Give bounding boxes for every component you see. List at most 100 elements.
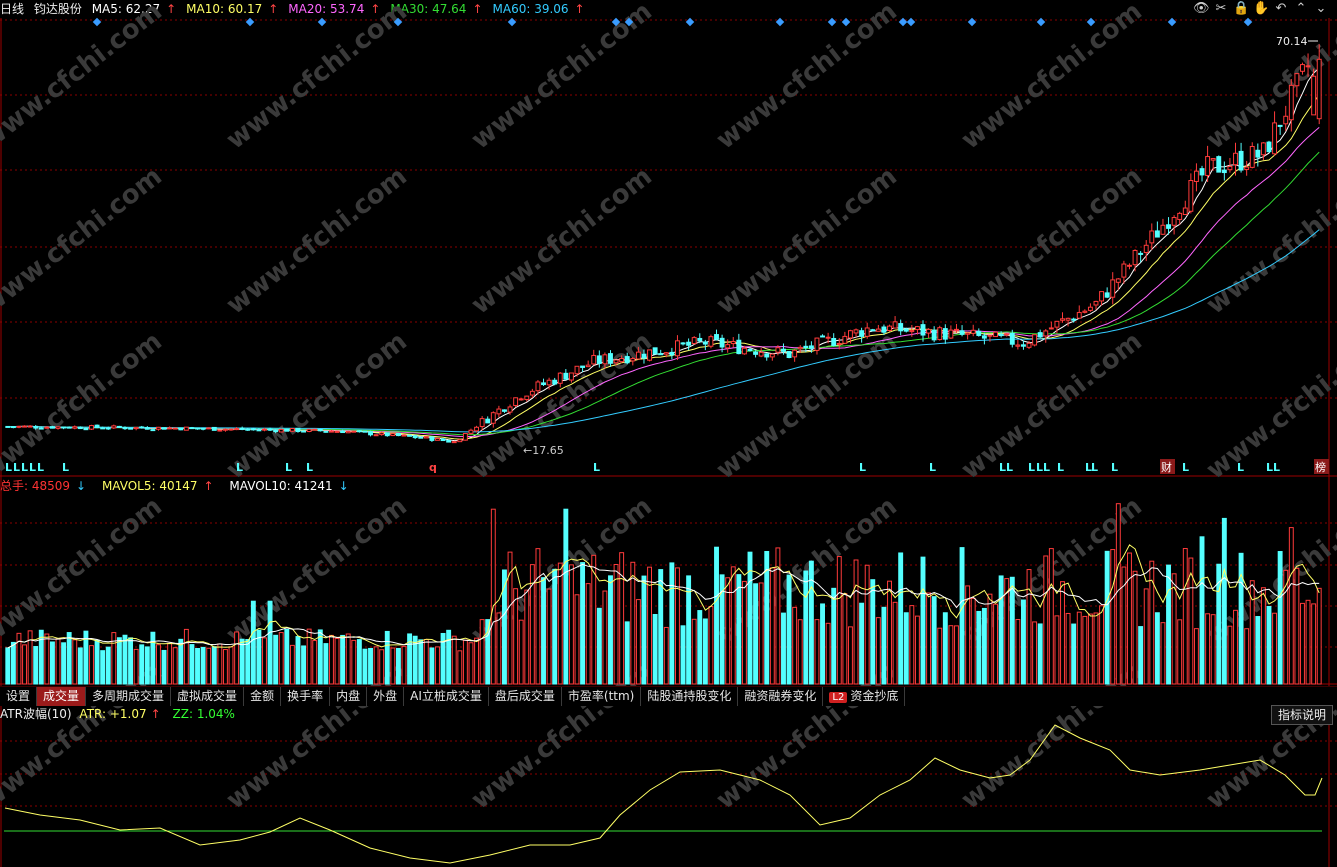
candle-body: [295, 427, 301, 432]
candle-body: [55, 426, 61, 429]
indicator-explain-button[interactable]: 指标说明: [1270, 705, 1333, 725]
volume-bar: [803, 570, 809, 685]
candle-body: [1154, 230, 1160, 238]
tab-7[interactable]: 外盘: [367, 687, 405, 706]
volume-bar: [546, 588, 552, 685]
candle-body: [513, 397, 519, 406]
tab-13[interactable]: L2 资金抄底: [823, 687, 906, 706]
volume-bar: [669, 562, 675, 685]
atr-legend: ATR波幅(10) ATR: +1.07 ↑ ZZ: 1.04%: [0, 706, 239, 722]
volume-bar: [1132, 570, 1138, 685]
watermark-text: www.cfchi.com: [956, 161, 1148, 320]
volume-bar: [596, 607, 602, 685]
volume-bar: [881, 606, 887, 685]
tab-3[interactable]: 虚拟成交量: [171, 687, 245, 706]
candle-body: [803, 345, 809, 349]
candle-body: [368, 431, 373, 436]
tab-2[interactable]: 多周期成交量: [86, 687, 172, 706]
candle-body: [719, 337, 725, 348]
volume-bar: [295, 636, 301, 685]
candle-body: [94, 424, 100, 429]
kline-chart[interactable]: www.cfchi.com www.cfchi.com www.cfchi.com w…: [0, 0, 1337, 867]
volume-bar: [178, 638, 184, 685]
candle-body: [831, 337, 837, 347]
volume-bar: [1048, 548, 1054, 685]
tab-5[interactable]: 换手率: [281, 687, 331, 706]
candle-body: [105, 427, 111, 430]
tab-6[interactable]: 内盘: [330, 687, 368, 706]
candle-body: [931, 329, 937, 341]
tab-11[interactable]: 陆股通持股变化: [641, 687, 739, 706]
volume-bar: [89, 645, 94, 685]
volume-bar: [674, 567, 680, 685]
candle-body: [736, 339, 742, 355]
tab-8[interactable]: AI立桩成交量: [404, 687, 489, 706]
volume-bar: [144, 646, 150, 685]
tab-1[interactable]: 成交量: [37, 687, 87, 706]
volume-bar: [234, 631, 240, 685]
volume-bar: [462, 639, 468, 685]
watermark-text: www.cfchi.com: [956, 326, 1148, 485]
volume-bar: [418, 639, 424, 685]
volume-bar: [1233, 609, 1238, 685]
volume-bar: [781, 612, 786, 685]
volume-bar: [942, 612, 948, 685]
candle-body: [289, 428, 295, 432]
candle-body: [602, 354, 608, 365]
candle-body: [937, 327, 943, 341]
volume-bar: [133, 648, 139, 685]
candle-body: [557, 372, 563, 384]
candle-body: [1043, 330, 1049, 337]
tab-10[interactable]: 市盈率(ttm): [562, 687, 642, 706]
volume-bar: [864, 564, 870, 685]
candle-body: [1076, 312, 1082, 319]
volume-bar: [641, 575, 647, 685]
volume-bar: [49, 641, 55, 685]
candle-body: [83, 428, 89, 431]
candle-body: [278, 428, 284, 433]
tab-9[interactable]: 盘后成交量: [489, 687, 562, 706]
candle-body: [345, 430, 351, 434]
candle-body: [507, 406, 513, 413]
volume-bar: [602, 590, 608, 685]
candle-body: [161, 427, 167, 430]
candle-body: [691, 337, 697, 345]
volume-bar: [736, 574, 742, 685]
candle-body: [1188, 180, 1194, 212]
volume-bar: [373, 646, 379, 685]
tab-0[interactable]: 设置: [0, 687, 38, 706]
volume-bar: [1272, 612, 1278, 685]
candle-body: [976, 330, 982, 336]
volume-bar: [111, 632, 117, 685]
high-price-label: 70.14: [1276, 35, 1308, 48]
volume-bar: [200, 646, 206, 685]
signal-L: L: [999, 461, 1006, 474]
volume-bar: [697, 610, 703, 685]
volume-bar: [122, 634, 128, 685]
signal-L: L: [1266, 461, 1273, 474]
volume-bar: [954, 625, 959, 685]
volume-bar: [156, 644, 161, 685]
volume-bar: [329, 634, 334, 685]
volume-bar: [814, 619, 820, 685]
volume-bar: [446, 629, 452, 685]
volume-bar: [535, 548, 541, 685]
candle-body: [702, 341, 708, 345]
candle-body: [552, 379, 558, 385]
volume-bar: [847, 626, 853, 685]
candle-body: [183, 426, 189, 431]
tab-4[interactable]: 金额: [244, 687, 282, 706]
signal-diamond: [245, 17, 255, 27]
candle-body: [284, 428, 290, 432]
candle-body: [920, 324, 926, 336]
candle-body: [100, 427, 106, 430]
tab-12[interactable]: 融资融券变化: [738, 687, 824, 706]
candle-body: [167, 427, 173, 430]
volume-bar: [356, 639, 362, 685]
volume-bar: [970, 597, 976, 685]
candle-body: [116, 425, 122, 428]
candle-body: [222, 428, 228, 431]
volume-bar: [317, 629, 323, 685]
candle-body: [926, 328, 932, 334]
signal-diamond: [507, 17, 517, 27]
